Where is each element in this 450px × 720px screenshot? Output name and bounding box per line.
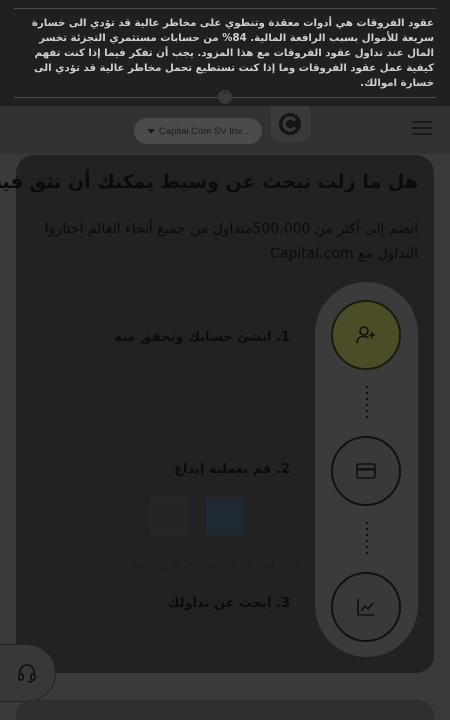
step-2-note: يمكنك ايداع الأموال بسهولة عبر طرق متعدد… — [131, 560, 300, 570]
logo-icon — [279, 113, 301, 135]
menu-icon[interactable] — [412, 121, 432, 135]
account-label: Capital.Com SV Inv... — [158, 125, 250, 137]
chevron-down-icon — [146, 128, 155, 134]
site-header: Capital.Com SV Inv... — [0, 106, 450, 243]
risk-toggle-button[interactable]: ^ — [218, 90, 232, 104]
divider — [14, 8, 436, 9]
step-connector — [366, 386, 368, 420]
credit-card-icon — [356, 463, 376, 479]
step-2-label: 2. قم بعملية إيداع — [174, 462, 290, 477]
chart-icon — [357, 599, 374, 616]
payment-method-icon — [150, 497, 188, 535]
support-chat-button[interactable] — [0, 644, 56, 702]
add-user-icon — [356, 326, 375, 344]
step-3-label: 3. ابحث عن تداولك — [167, 596, 290, 611]
step-1-button[interactable] — [331, 300, 401, 370]
step-2-button[interactable] — [331, 436, 401, 506]
step-connector — [366, 522, 368, 556]
next-section-edge — [16, 700, 434, 720]
capital-com-logo[interactable] — [270, 106, 310, 142]
risk-warning-text: عقود الفروقات هي أدوات معقدة وتنطوي على … — [31, 18, 434, 90]
card-title: هل ما زلت تبحث عن وسيط يمكنك أن تثق فيه؟ — [0, 171, 418, 193]
headset-icon — [18, 664, 36, 683]
step-3-button[interactable] — [331, 572, 401, 642]
card-subtitle: انضم إلى أكثر من 500،000متداول من جميع أ… — [44, 221, 418, 262]
payment-method-icon — [206, 497, 244, 535]
account-selector[interactable]: Capital.Com SV Inv... — [134, 118, 262, 144]
step-1-label: 1. انشئ حسابك وتحقق منه — [114, 330, 290, 345]
